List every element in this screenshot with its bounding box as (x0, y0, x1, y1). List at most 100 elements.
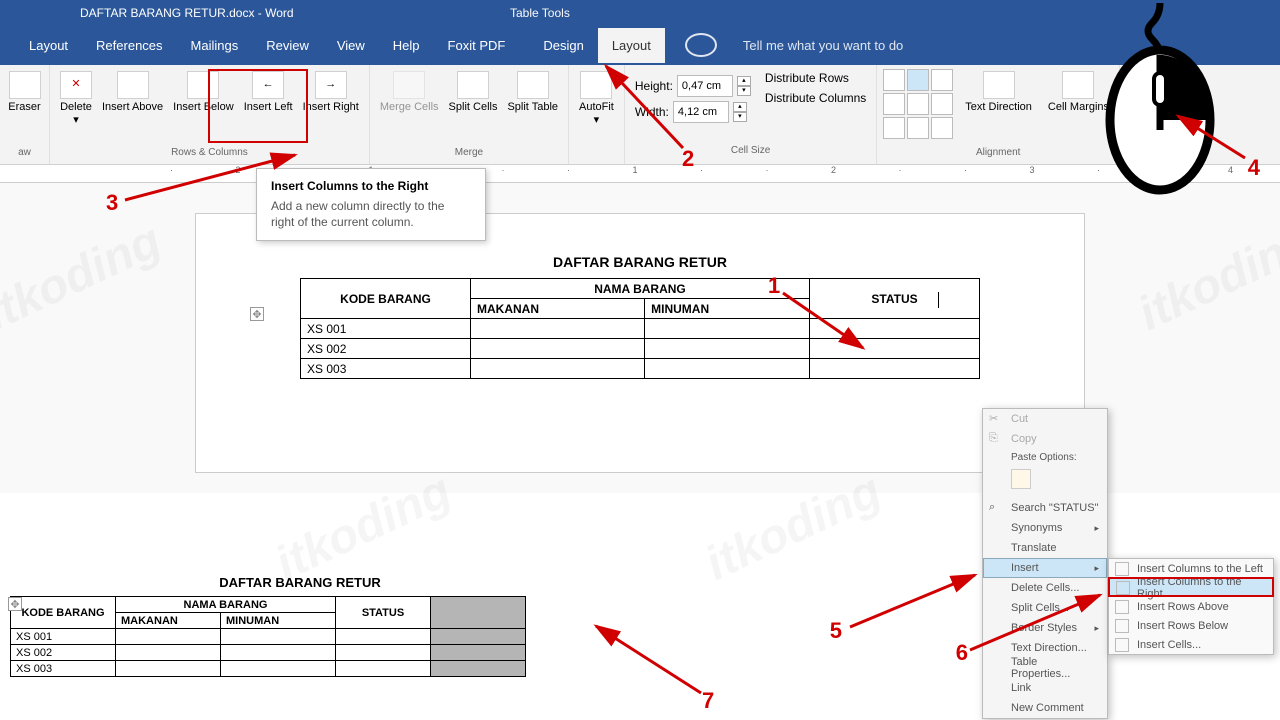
insert-submenu: Insert Columns to the Left Insert Column… (1108, 558, 1274, 655)
cm-synonyms[interactable]: Synonyms▸ (983, 518, 1107, 538)
height-spinner[interactable]: ▴▾ (737, 76, 751, 96)
width-spinner[interactable]: ▴▾ (733, 102, 747, 122)
doc2-title: DAFTAR BARANG RETUR (10, 575, 590, 590)
link-icon (989, 681, 1003, 695)
tooltip-title: Insert Columns to the Right (271, 179, 471, 193)
table2-move-handle[interactable]: ✥ (8, 597, 22, 611)
t2-header-mak[interactable]: MAKANAN (116, 613, 221, 629)
eraser-button[interactable]: Eraser (4, 69, 44, 116)
cut-icon: ✂ (989, 412, 1003, 426)
split-cells-icon (457, 71, 489, 99)
insert-above-button[interactable]: Insert Above (98, 69, 167, 129)
eraser-icon (9, 71, 41, 99)
split-table-button[interactable]: Split Table (503, 69, 562, 116)
table-move-handle[interactable]: ✥ (250, 307, 264, 321)
text-direction-button[interactable]: Text Direction (961, 69, 1036, 139)
insert-left-button[interactable]: ←Insert Left (240, 69, 297, 129)
cm-text-direction[interactable]: Text Direction... (983, 638, 1107, 658)
cell-margins-icon (1062, 71, 1094, 99)
width-input[interactable] (673, 101, 729, 123)
ins-above-icon (1115, 600, 1129, 614)
table-tools-label: Table Tools (490, 2, 590, 24)
ins-below-icon (1115, 619, 1129, 633)
split-icon (989, 601, 1003, 615)
cm-paste-options[interactable] (983, 466, 1107, 498)
header-kode[interactable]: KODE BARANG (301, 279, 471, 319)
insert-left-icon: ← (252, 71, 284, 99)
cm-translate[interactable]: Translate (983, 538, 1107, 558)
arrow-5 (845, 570, 980, 632)
split-table-icon (517, 71, 549, 99)
page[interactable]: DAFTAR BARANG RETUR KODE BARANG NAMA BAR… (195, 213, 1085, 473)
alignment-grid[interactable] (883, 69, 953, 139)
tab-layout[interactable]: Layout (15, 28, 82, 63)
tab-mailings[interactable]: Mailings (177, 28, 253, 63)
ins-left-icon (1115, 562, 1129, 576)
cm-table-properties[interactable]: Table Properties... (983, 658, 1107, 678)
sm-insert-below[interactable]: Insert Rows Below (1109, 616, 1273, 635)
width-label: Width: (635, 105, 669, 119)
tab-design[interactable]: Design (529, 28, 597, 63)
t2-new-column[interactable] (431, 597, 526, 629)
tab-foxit[interactable]: Foxit PDF (434, 28, 520, 63)
menu-bar: Layout References Mailings Review View H… (0, 25, 1280, 65)
table-row: XS 001 (301, 319, 980, 339)
header-makanan[interactable]: MAKANAN (471, 299, 645, 319)
header-status[interactable]: STATUS (810, 279, 980, 319)
split-cells-button[interactable]: Split Cells (445, 69, 502, 116)
insert-right-icon: → (315, 71, 347, 99)
sm-insert-above[interactable]: Insert Rows Above (1109, 597, 1273, 616)
ribbon: Eraser aw ✕Delete▾ Insert Above Insert B… (0, 65, 1280, 165)
distribute-columns-button[interactable]: Distribute Columns (765, 91, 866, 105)
cm-new-comment[interactable]: New Comment (983, 698, 1107, 718)
sm-insert-cells[interactable]: Insert Cells... (1109, 635, 1273, 654)
second-table[interactable]: KODE BARANG NAMA BARANG STATUS MAKANAN M… (10, 596, 526, 677)
annotation-7: 7 (702, 688, 714, 714)
cm-link[interactable]: Link (983, 678, 1107, 698)
t2-header-min[interactable]: MINUMAN (221, 613, 336, 629)
lightbulb-icon (685, 33, 717, 57)
cm-paste-label: Paste Options: (983, 449, 1107, 466)
autofit-icon (580, 71, 612, 99)
tab-view[interactable]: View (323, 28, 379, 63)
autofit-button[interactable]: AutoFit▾ (575, 69, 618, 129)
cm-search[interactable]: ⌕Search "STATUS" (983, 498, 1107, 518)
paste-keep-source-icon[interactable] (1011, 469, 1031, 489)
tableprops-icon (989, 661, 1003, 675)
context-menu: ✂Cut ⎘Copy Paste Options: ⌕Search "STATU… (982, 408, 1108, 719)
cm-delete-cells[interactable]: Delete Cells... (983, 578, 1107, 598)
tab-help[interactable]: Help (379, 28, 434, 63)
merge-cells-icon (393, 71, 425, 99)
mouse-illustration (1100, 0, 1220, 195)
table-row: XS 001 (11, 629, 526, 645)
tooltip-body: Add a new column directly to the right o… (271, 199, 471, 230)
merge-cells-button: Merge Cells (376, 69, 443, 116)
cm-insert[interactable]: Insert▸ (983, 558, 1107, 578)
insert-right-button[interactable]: →Insert Right (299, 69, 363, 129)
header-nama[interactable]: NAMA BARANG (471, 279, 810, 299)
tab-table-layout[interactable]: Layout (598, 28, 665, 63)
t2-header-nama[interactable]: NAMA BARANG (116, 597, 336, 613)
insert-below-button[interactable]: Insert Below (169, 69, 238, 129)
ruler[interactable]: · 2 · 1 · · · 1 · · 2 · · 3 · · 4 · · 5 … (0, 165, 1280, 183)
height-label: Height: (635, 79, 673, 93)
second-document: ✥ DAFTAR BARANG RETUR KODE BARANG NAMA B… (10, 575, 590, 677)
main-table[interactable]: KODE BARANG NAMA BARANG STATUS MAKANAN M… (300, 278, 980, 379)
height-input[interactable] (677, 75, 733, 97)
cm-copy: ⎘Copy (983, 429, 1107, 449)
text-direction-icon (983, 71, 1015, 99)
comment-icon (989, 701, 1003, 715)
t2-header-kode[interactable]: KODE BARANG (11, 597, 116, 629)
annotation-5: 5 (830, 618, 842, 644)
t2-header-status[interactable]: STATUS (336, 597, 431, 629)
sm-insert-right[interactable]: Insert Columns to the Right (1109, 578, 1273, 597)
table-row: XS 002 (11, 645, 526, 661)
cm-split-cells[interactable]: Split Cells... (983, 598, 1107, 618)
delete-button[interactable]: ✕Delete▾ (56, 69, 96, 129)
cm-border-styles[interactable]: Border Styles▸ (983, 618, 1107, 638)
distribute-rows-button[interactable]: Distribute Rows (765, 71, 866, 85)
tab-references[interactable]: References (82, 28, 176, 63)
tab-review[interactable]: Review (252, 28, 323, 63)
header-minuman[interactable]: MINUMAN (645, 299, 810, 319)
tell-me-search[interactable]: Tell me what you want to do (685, 28, 917, 63)
